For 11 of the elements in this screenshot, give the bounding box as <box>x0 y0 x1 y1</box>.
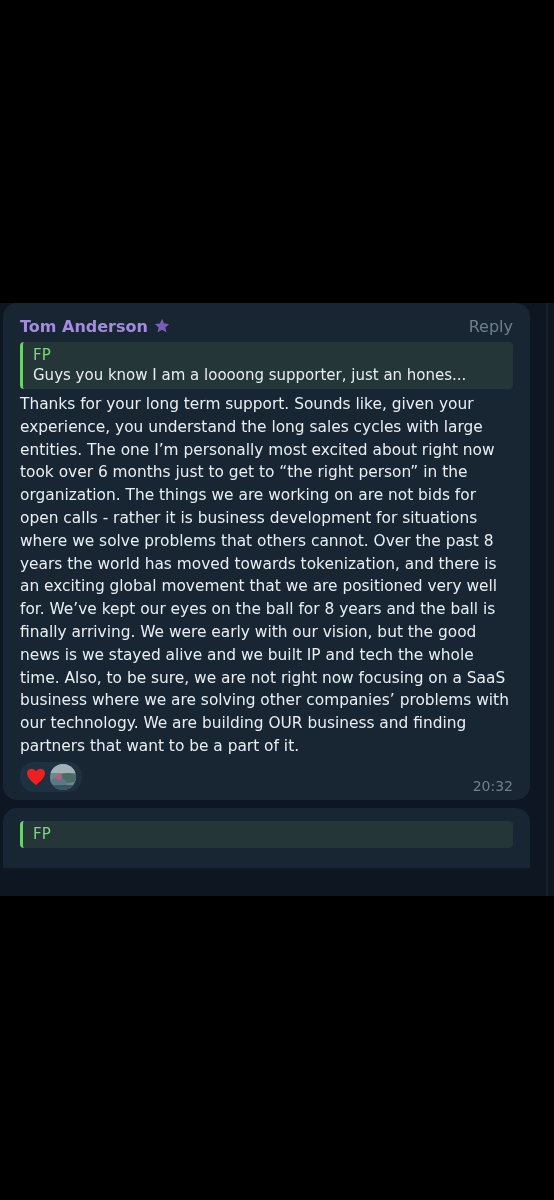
message-time: 20:32 <box>472 777 513 794</box>
reaction-pill[interactable] <box>20 761 82 792</box>
quoted-message[interactable]: FP <box>20 820 513 848</box>
heart-icon <box>26 767 46 786</box>
quoted-message[interactable]: FP Guys you know I am a loooong supporter, just an hones... <box>20 342 513 389</box>
reply-button[interactable]: Reply <box>468 316 513 336</box>
quote-author: FP <box>33 823 52 844</box>
sender-name[interactable]: Tom Anderson <box>20 316 148 336</box>
quote-author: FP <box>33 345 52 365</box>
quote-text: Guys you know I am a loooong supporter, just an hones... <box>33 365 468 385</box>
message-text: Thanks for your long term support. Sounds like, given your experience, you understand the long sales cycles with large entities. The one I’m personally most excited about right now took over 6 months just to get to “the right person” in the organization. The things we are working on are not bids for open calls - rather it is business development for situations where we solve problems that others cannot. Over the past 8 years the world has moved towards tokenization, and there is an exciting global movement that we are positioned very well for. We’ve kept our eyes on the ball for 8 years and the ball is finally arriving. We were early with our vision, but the good news is we stayed alive and we built IP and tech the whole time. Also, to be sure, we are not right now focusing on a SaaS business where we are solving other companies’ problems with our technology. We are building OUR business and finding partners that want to be a part of it. <box>20 394 510 757</box>
